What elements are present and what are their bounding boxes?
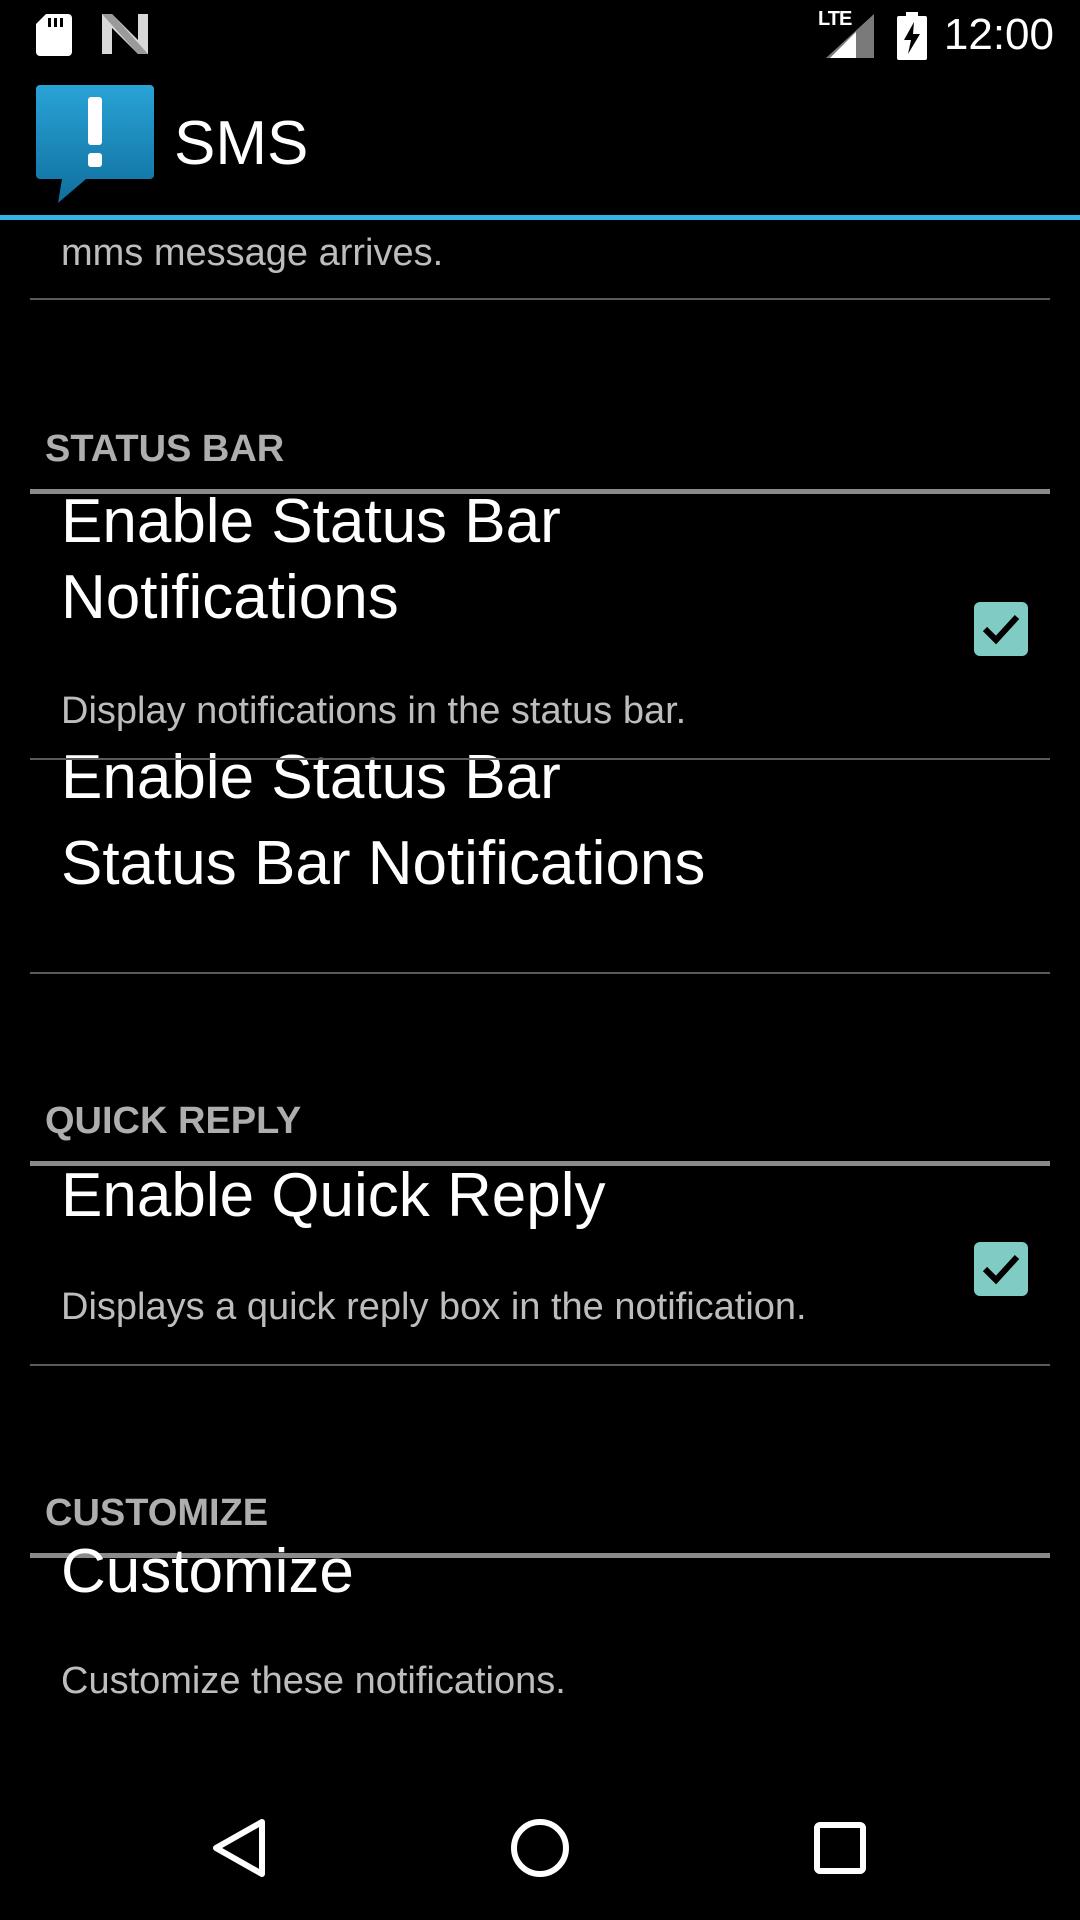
enable-status-bar-notifications-summary: Display notifications in the status bar.: [61, 690, 687, 732]
checkmark-icon: [982, 614, 1020, 645]
status-bar-notifications-checkbox[interactable]: [974, 602, 1028, 656]
n-logo-icon: [102, 14, 148, 59]
preference-list[interactable]: mms message arrives. STATUS BAR Enable S…: [0, 220, 1080, 1768]
divider: [30, 298, 1050, 300]
enable-quick-reply-title: Enable Quick Reply: [61, 1161, 606, 1230]
category-status-bar: STATUS BAR: [45, 428, 285, 470]
enable-status-bar-notifications-title-line2: Notifications: [61, 563, 399, 632]
divider: [30, 1364, 1050, 1366]
customize-title: Customize: [61, 1537, 354, 1606]
checkmark-icon: [982, 1254, 1020, 1285]
partial-item-summary: mms message arrives.: [61, 232, 444, 274]
signal-icon: [826, 14, 874, 63]
home-icon[interactable]: [500, 1808, 580, 1888]
customize-summary: Customize these notifications.: [61, 1660, 566, 1702]
app-title: SMS: [174, 109, 309, 178]
screen: LTE 12:00 SMS mms message arrives. STATU…: [0, 0, 1080, 1920]
enable-quick-reply-summary: Displays a quick reply box in the notifi…: [61, 1286, 807, 1328]
navigation-bar: [0, 1768, 1080, 1920]
category-customize: CUSTOMIZE: [45, 1492, 269, 1534]
back-icon[interactable]: [200, 1808, 280, 1888]
enable-status-bar-notifications-title: Enable Status Bar: [61, 487, 561, 556]
recents-icon[interactable]: [800, 1808, 880, 1888]
divider: [30, 972, 1050, 974]
status-bar: LTE 12:00: [0, 0, 1080, 73]
status-bar-notifications-title: Status Bar Notifications: [61, 829, 706, 898]
battery-charging-icon: [897, 12, 927, 65]
category-quick-reply: QUICK REPLY: [45, 1100, 302, 1142]
app-bar: SMS: [0, 73, 1080, 218]
clock: 12:00: [943, 10, 1054, 59]
sd-card-icon: [36, 14, 72, 61]
quick-reply-checkbox[interactable]: [974, 1242, 1028, 1296]
exclamation-speech-bubble-icon[interactable]: [36, 85, 156, 210]
